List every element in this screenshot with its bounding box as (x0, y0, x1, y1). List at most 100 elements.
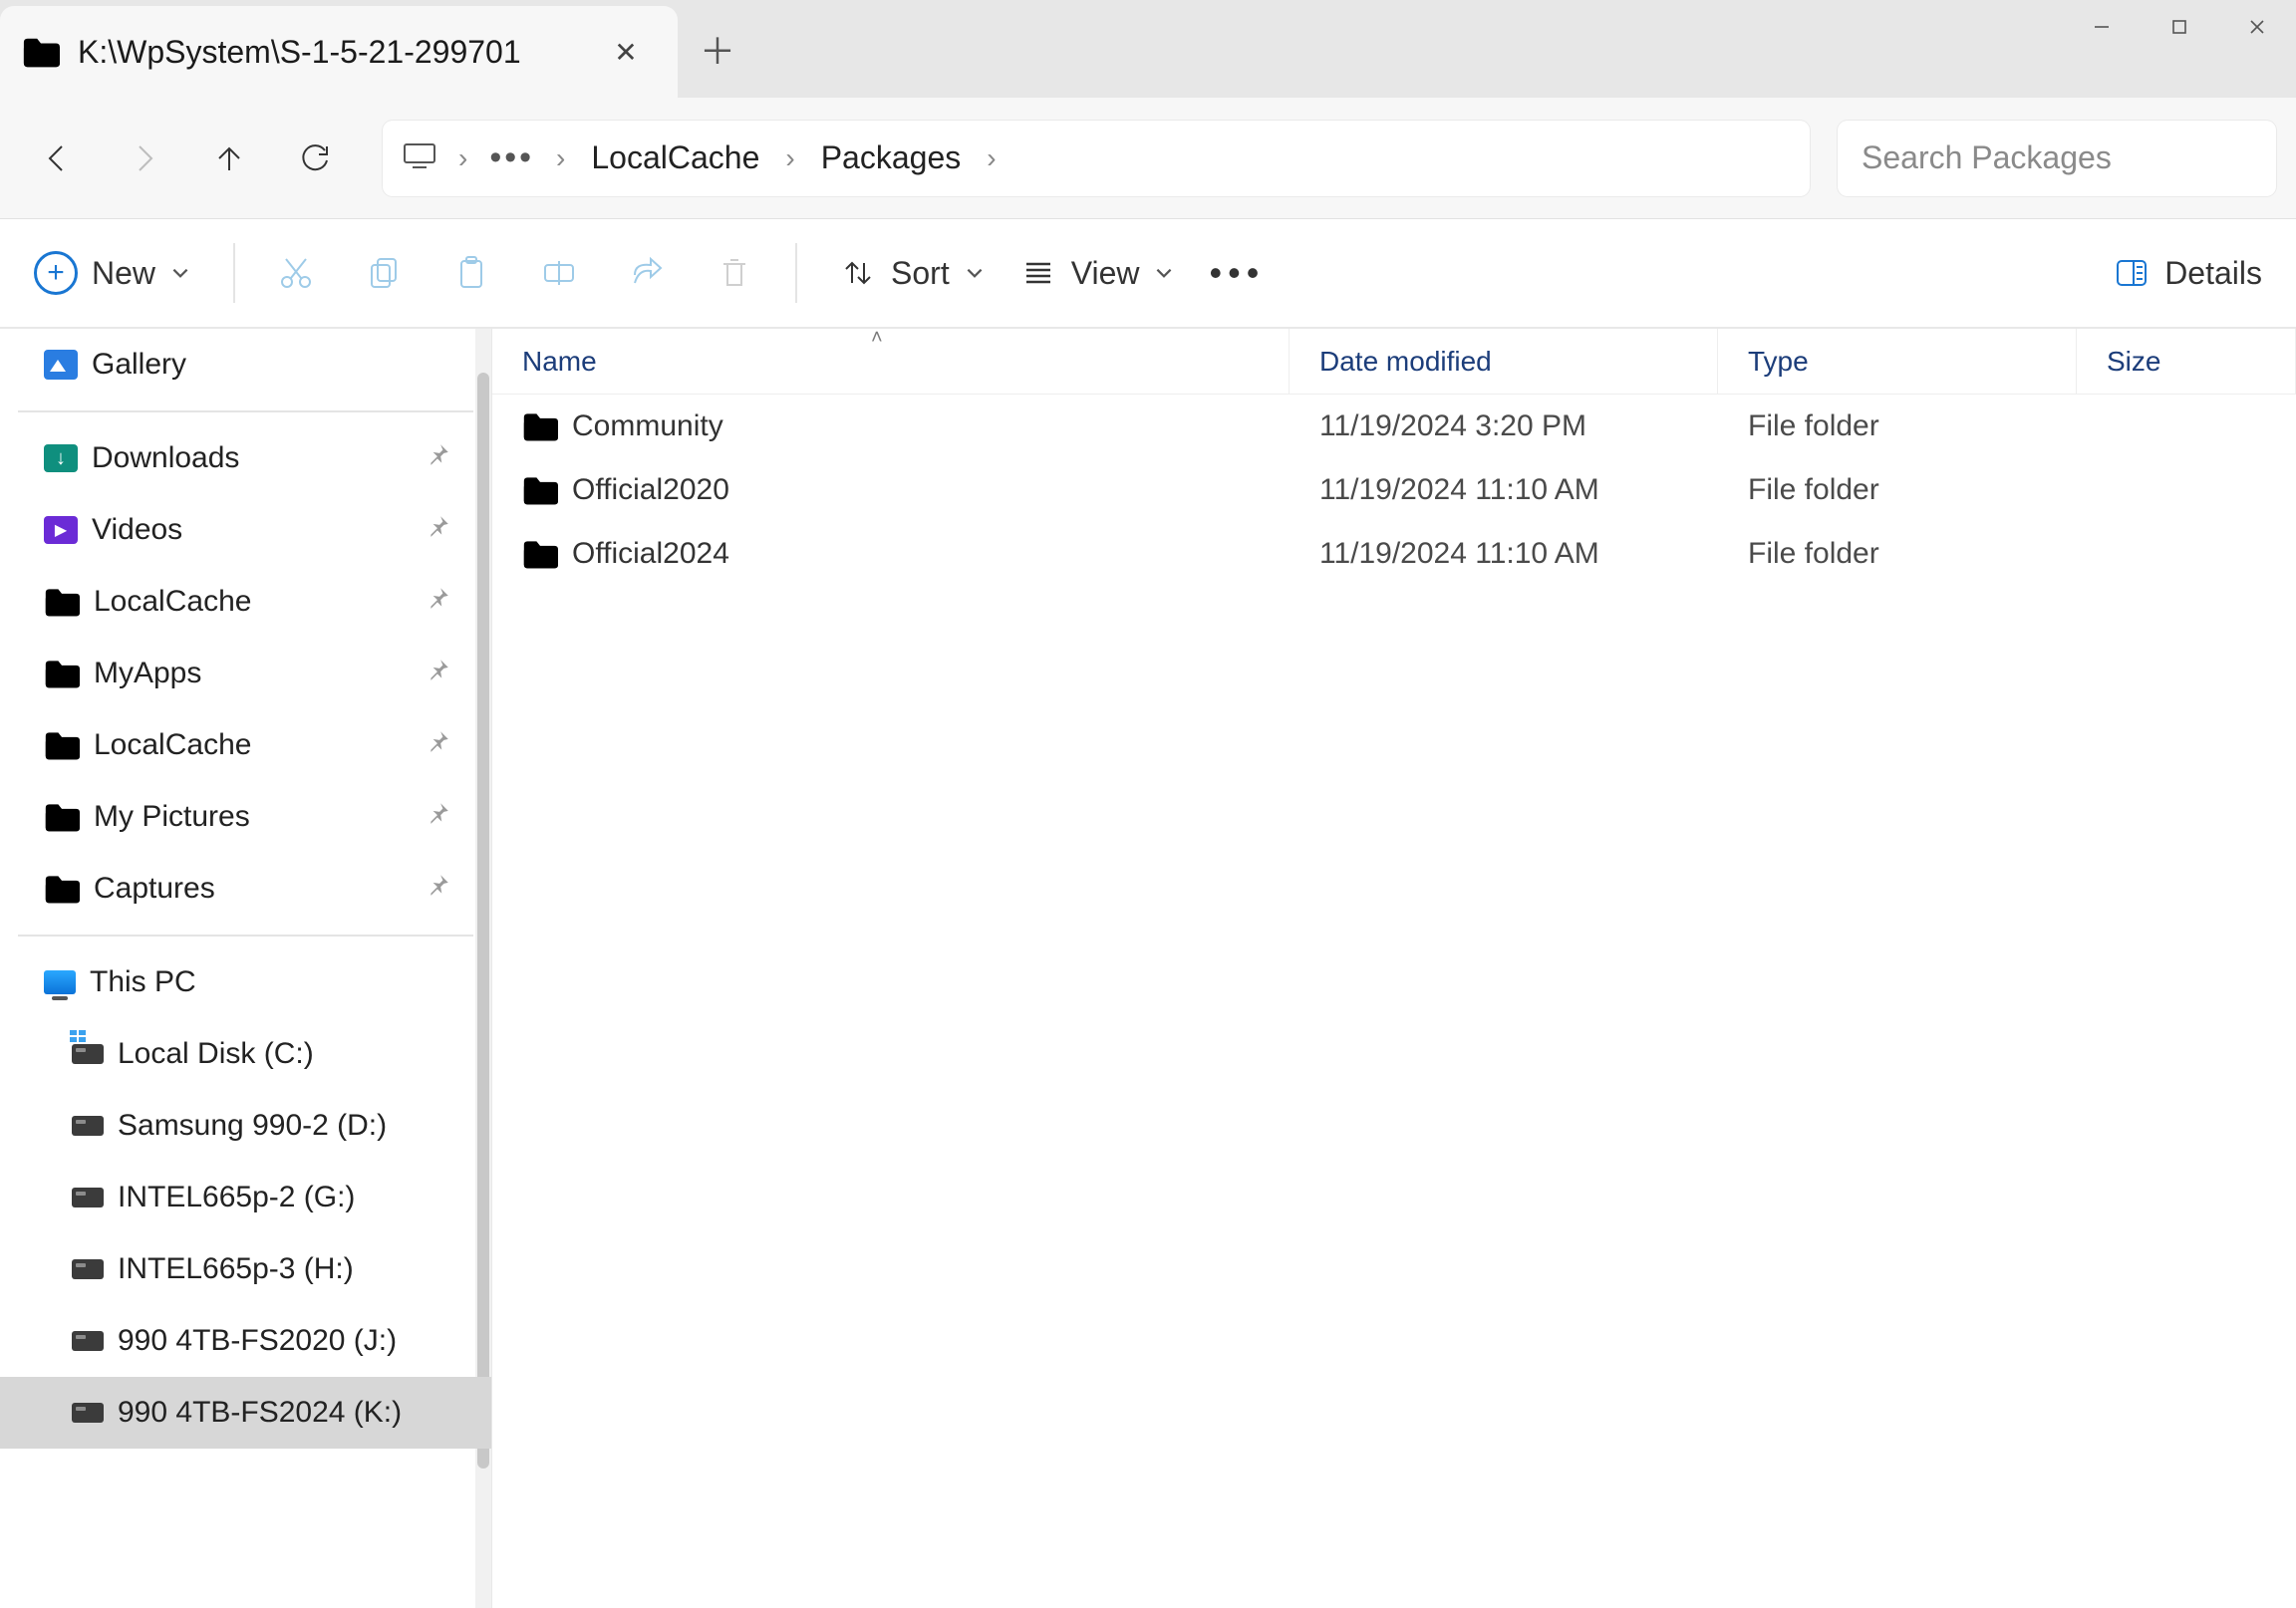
file-name: Official2024 (572, 537, 729, 571)
chevron-down-icon (1153, 262, 1175, 284)
drive-icon (72, 1403, 104, 1423)
column-header-date[interactable]: Date modified (1290, 329, 1718, 394)
pc-root-icon[interactable] (403, 141, 436, 174)
up-button[interactable] (191, 121, 267, 196)
refresh-button[interactable] (277, 121, 353, 196)
copy-button[interactable] (355, 246, 413, 300)
close-window-button[interactable] (2218, 0, 2296, 54)
sidebar-quick-item[interactable]: Captures (0, 853, 491, 925)
file-row[interactable]: Official202411/19/2024 11:10 AMFile fold… (492, 522, 2296, 586)
sidebar-label: INTEL665p-2 (G:) (118, 1181, 355, 1214)
pin-icon (426, 800, 451, 834)
folder-icon (522, 411, 558, 441)
file-name: Community (572, 409, 723, 443)
cut-button[interactable] (267, 246, 325, 300)
share-icon (628, 254, 666, 292)
navigation-sidebar: Gallery DownloadsVideosLocalCacheMyAppsL… (0, 329, 492, 1608)
view-button[interactable]: View (1009, 246, 1186, 300)
address-bar-row: › ••• › LocalCache › Packages › (0, 98, 2296, 219)
sidebar-item-gallery[interactable]: Gallery (0, 329, 491, 401)
rename-button[interactable] (530, 246, 588, 300)
sidebar-drive-item[interactable]: Local Disk (C:) (0, 1018, 491, 1090)
column-label: Size (2107, 346, 2160, 378)
column-header-type[interactable]: Type (1718, 329, 2077, 394)
details-pane-button[interactable]: Details (2103, 246, 2272, 300)
folder-icon (522, 475, 558, 505)
maximize-button[interactable] (2141, 0, 2218, 54)
chevron-right-icon[interactable]: › (444, 142, 481, 174)
clipboard-icon (452, 254, 490, 292)
search-box[interactable] (1838, 121, 2276, 196)
sidebar-drive-item[interactable]: Samsung 990-2 (D:) (0, 1090, 491, 1162)
sidebar-label: Gallery (92, 348, 186, 382)
sidebar-drive-item[interactable]: INTEL665p-3 (H:) (0, 1233, 491, 1305)
paste-button[interactable] (442, 246, 500, 300)
sidebar-drive-item[interactable]: INTEL665p-2 (G:) (0, 1162, 491, 1233)
file-row[interactable]: Community11/19/2024 3:20 PMFile folder (492, 395, 2296, 458)
sidebar-quick-item[interactable]: Downloads (0, 422, 491, 494)
sidebar-quick-item[interactable]: Videos (0, 494, 491, 566)
address-bar[interactable]: › ••• › LocalCache › Packages › (383, 121, 1810, 196)
search-input[interactable] (1862, 139, 2252, 176)
pin-icon (426, 441, 451, 475)
sort-label: Sort (891, 255, 950, 292)
sidebar-quick-item[interactable]: MyApps (0, 638, 491, 709)
sort-button[interactable]: Sort (829, 246, 996, 300)
command-toolbar: + New Sort View ••• Details (0, 219, 2296, 329)
videos-icon (44, 516, 78, 544)
file-type: File folder (1718, 473, 2077, 507)
column-headers: Name ˄ Date modified Type Size (492, 329, 2296, 395)
share-button[interactable] (618, 246, 676, 300)
window-tab[interactable]: K:\WpSystem\S-1-5-21-299701 ✕ (0, 6, 678, 98)
sidebar-item-this-pc[interactable]: This PC (0, 946, 491, 1018)
details-label: Details (2164, 255, 2262, 292)
minimize-button[interactable] (2063, 0, 2141, 54)
drive-icon (72, 1188, 104, 1207)
sidebar-label: 990 4TB-FS2024 (K:) (118, 1396, 402, 1430)
more-button[interactable]: ••• (1199, 244, 1275, 302)
pin-icon (426, 657, 451, 690)
column-header-size[interactable]: Size (2077, 329, 2296, 394)
file-list-pane: Name ˄ Date modified Type Size Community… (492, 329, 2296, 1608)
this-pc-icon (44, 970, 76, 994)
back-button[interactable] (20, 121, 96, 196)
breadcrumb-item[interactable]: Packages (817, 139, 966, 176)
drive-icon (72, 1116, 104, 1136)
new-label: New (92, 255, 155, 292)
forward-button[interactable] (106, 121, 181, 196)
new-button[interactable]: + New (24, 243, 201, 303)
folder-icon (44, 802, 80, 832)
folder-icon (522, 539, 558, 569)
more-icon: ••• (1209, 252, 1265, 294)
sidebar-drive-item[interactable]: 990 4TB-FS2024 (K:) (0, 1377, 491, 1449)
breadcrumb-overflow[interactable]: ••• (489, 138, 534, 177)
pin-icon (426, 728, 451, 762)
view-label: View (1071, 255, 1140, 292)
sidebar-quick-item[interactable]: My Pictures (0, 781, 491, 853)
sidebar-label: This PC (90, 965, 196, 999)
breadcrumb-item[interactable]: LocalCache (587, 139, 763, 176)
folder-icon (44, 587, 80, 617)
file-name: Official2020 (572, 473, 729, 507)
chevron-down-icon (964, 262, 986, 284)
file-row[interactable]: Official202011/19/2024 11:10 AMFile fold… (492, 458, 2296, 522)
chevron-right-icon[interactable]: › (973, 142, 1009, 174)
file-type: File folder (1718, 537, 2077, 571)
sidebar-quick-item[interactable]: LocalCache (0, 709, 491, 781)
sidebar-label: 990 4TB-FS2020 (J:) (118, 1324, 397, 1358)
column-header-name[interactable]: Name ˄ (492, 329, 1290, 394)
delete-button[interactable] (706, 246, 763, 300)
details-pane-icon (2113, 254, 2151, 292)
sort-ascending-icon: ˄ (871, 327, 883, 350)
downloads-icon (44, 444, 78, 472)
tab-title: K:\WpSystem\S-1-5-21-299701 (78, 34, 586, 71)
chevron-right-icon[interactable]: › (771, 142, 808, 174)
new-tab-button[interactable]: ＋ (678, 0, 757, 98)
sidebar-quick-item[interactable]: LocalCache (0, 566, 491, 638)
scissors-icon (277, 254, 315, 292)
window-controls (2063, 0, 2296, 54)
sidebar-drive-item[interactable]: 990 4TB-FS2020 (J:) (0, 1305, 491, 1377)
tab-close-button[interactable]: ✕ (604, 30, 648, 74)
chevron-right-icon[interactable]: › (542, 142, 579, 174)
sort-icon (839, 254, 877, 292)
